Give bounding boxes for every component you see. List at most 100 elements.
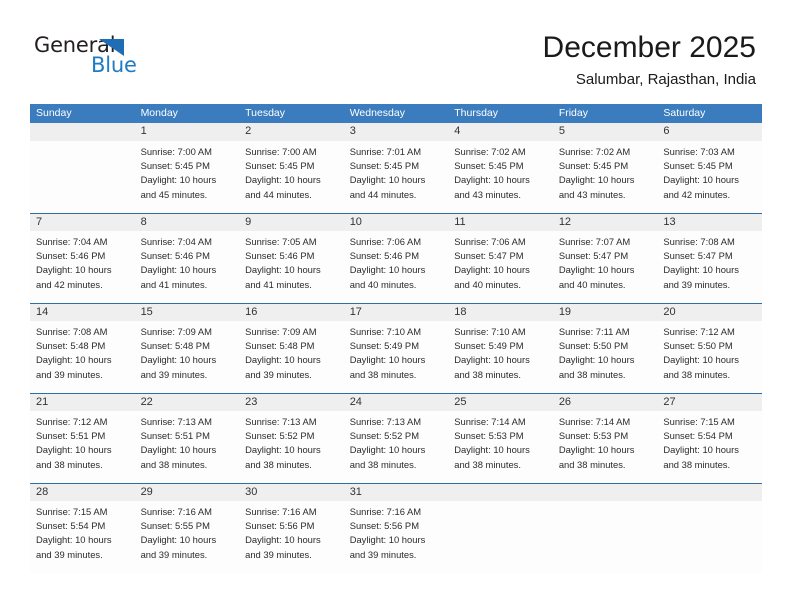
sunset-text: Sunset: 5:46 PM <box>349 250 419 262</box>
day-number-cell <box>30 123 135 141</box>
day-cell <box>657 501 762 573</box>
sunrise-text: Sunrise: 7:10 AM <box>349 326 422 337</box>
day-number: 25 <box>454 395 467 408</box>
sunrise-text: Sunrise: 7:06 AM <box>349 236 422 247</box>
day-info: Sunrise: 7:02 AM Sunset: 5:45 PM Dayligh… <box>448 141 553 202</box>
day-number-cell: 20 <box>657 302 762 321</box>
sunrise-text: Sunrise: 7:13 AM <box>245 416 317 427</box>
daylight-text-line2: and 38 minutes. <box>245 458 312 470</box>
daylight-text-line2: and 41 minutes. <box>140 278 208 290</box>
weekday-header-friday: Friday <box>552 104 658 123</box>
day-number: 11 <box>454 215 466 228</box>
sunrise-text: Sunrise: 7:10 AM <box>454 326 526 337</box>
sunrise-text: Sunrise: 7:16 AM <box>245 506 317 517</box>
sunset-text: Sunset: 5:49 PM <box>454 340 524 352</box>
day-cell: Sunrise: 7:15 AM Sunset: 5:54 PM Dayligh… <box>657 411 762 483</box>
sunset-text: Sunset: 5:54 PM <box>663 430 733 442</box>
daylight-text-line2: and 42 minutes. <box>36 278 103 290</box>
day-cell: Sunrise: 7:15 AM Sunset: 5:54 PM Dayligh… <box>30 501 135 573</box>
day-number-cell: 11 <box>448 212 553 231</box>
sunset-text: Sunset: 5:56 PM <box>349 520 419 532</box>
daylight-text-line1: Daylight: 10 hours <box>245 264 321 276</box>
sunset-text: Sunset: 5:52 PM <box>349 430 419 442</box>
day-cell: Sunrise: 7:01 AM Sunset: 5:45 PM Dayligh… <box>343 141 449 213</box>
daylight-text-line1: Daylight: 10 hours <box>558 444 635 456</box>
day-cell: Sunrise: 7:13 AM Sunset: 5:52 PM Dayligh… <box>343 411 449 483</box>
day-number-cell <box>657 482 762 501</box>
daylight-text-line1: Daylight: 10 hours <box>454 444 530 456</box>
daylight-text-line2: and 38 minutes. <box>663 368 731 380</box>
daylight-text-line1: Daylight: 10 hours <box>36 264 112 276</box>
daylight-text-line2: and 40 minutes. <box>349 278 417 290</box>
day-number-cell: 12 <box>552 212 658 231</box>
daylight-text-line1: Daylight: 10 hours <box>663 354 739 366</box>
day-info: Sunrise: 7:12 AM Sunset: 5:50 PM Dayligh… <box>657 321 762 382</box>
day-number-row: 1 2 3 4 5 6 <box>30 123 762 141</box>
daylight-text-line2: and 38 minutes. <box>558 368 626 380</box>
day-number: 29 <box>140 485 153 498</box>
sunrise-text: Sunrise: 7:14 AM <box>558 416 631 427</box>
weekday-header-row: Sunday Monday Tuesday Wednesday Thursday… <box>30 104 762 123</box>
daylight-text-line2: and 39 minutes. <box>140 548 208 560</box>
day-number: 6 <box>663 125 670 137</box>
day-info: Sunrise: 7:09 AM Sunset: 5:48 PM Dayligh… <box>239 321 344 382</box>
daylight-text-line2: and 44 minutes. <box>245 188 312 200</box>
sunrise-text: Sunrise: 7:02 AM <box>454 146 526 157</box>
day-number-cell: 28 <box>30 482 135 501</box>
day-info: Sunrise: 7:06 AM Sunset: 5:46 PM Dayligh… <box>344 231 449 292</box>
day-number-cell: 15 <box>134 302 240 321</box>
daylight-text-line2: and 41 minutes. <box>245 278 312 290</box>
day-number-cell <box>448 482 553 501</box>
day-info-row: Sunrise: 7:15 AM Sunset: 5:54 PM Dayligh… <box>30 501 762 573</box>
sunset-text: Sunset: 5:46 PM <box>140 250 210 262</box>
day-number: 9 <box>245 215 252 228</box>
sunrise-text: Sunrise: 7:11 AM <box>558 326 630 337</box>
day-info: Sunrise: 7:00 AM Sunset: 5:45 PM Dayligh… <box>239 141 344 202</box>
daylight-text-line1: Daylight: 10 hours <box>454 354 530 366</box>
day-number-cell: 30 <box>239 482 344 501</box>
day-info: Sunrise: 7:08 AM Sunset: 5:48 PM Dayligh… <box>30 321 135 382</box>
daylight-text-line1: Daylight: 10 hours <box>140 534 217 546</box>
sunrise-text: Sunrise: 7:08 AM <box>663 236 735 247</box>
calendar-page: General Blue December 2025 Salumbar, Raj… <box>0 0 792 612</box>
day-number-row: 28 29 30 31 <box>30 482 762 501</box>
day-number-cell: 6 <box>657 123 762 141</box>
daylight-text-line2: and 39 minutes. <box>245 368 312 380</box>
day-number: 10 <box>349 215 362 228</box>
daylight-text-line1: Daylight: 10 hours <box>558 354 635 366</box>
day-cell: Sunrise: 7:04 AM Sunset: 5:46 PM Dayligh… <box>134 231 240 303</box>
day-info: Sunrise: 7:14 AM Sunset: 5:53 PM Dayligh… <box>553 411 658 472</box>
day-number-cell: 3 <box>343 123 449 141</box>
sunrise-text: Sunrise: 7:16 AM <box>349 506 422 517</box>
sunset-text: Sunset: 5:45 PM <box>349 160 419 172</box>
day-info-row: Sunrise: 7:12 AM Sunset: 5:51 PM Dayligh… <box>30 411 762 483</box>
day-info: Sunrise: 7:15 AM Sunset: 5:54 PM Dayligh… <box>30 501 135 562</box>
daylight-text-line1: Daylight: 10 hours <box>349 354 426 366</box>
day-number-cell: 29 <box>134 482 240 501</box>
day-number-cell: 26 <box>552 392 658 411</box>
sunset-text: Sunset: 5:53 PM <box>558 430 629 442</box>
sunset-text: Sunset: 5:50 PM <box>558 340 629 352</box>
day-info: Sunrise: 7:02 AM Sunset: 5:45 PM Dayligh… <box>553 141 658 202</box>
day-number: 22 <box>140 395 153 408</box>
sunrise-text: Sunrise: 7:00 AM <box>245 146 317 157</box>
daylight-text-line1: Daylight: 10 hours <box>140 174 217 186</box>
sunset-text: Sunset: 5:48 PM <box>36 340 106 352</box>
daylight-text-line1: Daylight: 10 hours <box>663 174 739 186</box>
weekday-header-wednesday: Wednesday <box>343 104 449 123</box>
day-number-cell: 2 <box>239 123 344 141</box>
daylight-text-line1: Daylight: 10 hours <box>349 444 426 456</box>
day-number: 19 <box>558 305 572 318</box>
sunset-text: Sunset: 5:51 PM <box>140 430 210 442</box>
day-info: Sunrise: 7:12 AM Sunset: 5:51 PM Dayligh… <box>30 411 135 472</box>
daylight-text-line2: and 38 minutes. <box>36 458 103 470</box>
day-info: Sunrise: 7:05 AM Sunset: 5:46 PM Dayligh… <box>239 231 344 292</box>
daylight-text-line1: Daylight: 10 hours <box>454 264 530 276</box>
daylight-text-line1: Daylight: 10 hours <box>454 174 530 186</box>
daylight-text-line2: and 38 minutes. <box>558 458 626 470</box>
day-cell: Sunrise: 7:10 AM Sunset: 5:49 PM Dayligh… <box>448 321 553 393</box>
day-info: Sunrise: 7:04 AM Sunset: 5:46 PM Dayligh… <box>135 231 240 292</box>
daylight-text-line1: Daylight: 10 hours <box>36 444 112 456</box>
day-number: 13 <box>663 215 676 228</box>
day-cell: Sunrise: 7:16 AM Sunset: 5:56 PM Dayligh… <box>343 501 449 573</box>
